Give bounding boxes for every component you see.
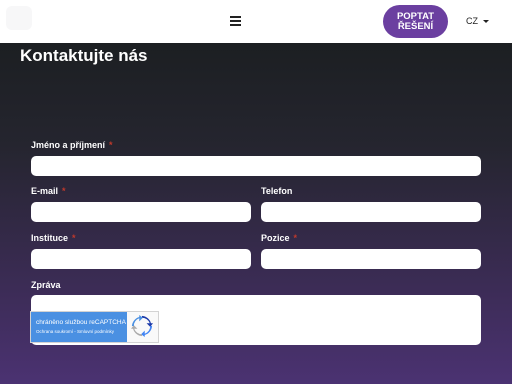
email-label-text: E-mail — [31, 186, 59, 196]
phone-input[interactable] — [261, 202, 481, 222]
request-solution-button[interactable]: POPTAT ŘEŠENÍ — [383, 5, 448, 38]
name-label-text: Jméno a příjmení — [31, 140, 106, 150]
menu-hamburger-icon[interactable] — [229, 15, 242, 28]
logo[interactable] — [6, 6, 32, 30]
recaptcha-logo-icon — [131, 315, 153, 337]
phone-label-text: Telefon — [261, 186, 293, 196]
required-asterisk: * — [72, 233, 76, 243]
required-asterisk: * — [293, 233, 298, 243]
required-asterisk: * — [62, 186, 66, 196]
position-label: Pozice * — [261, 233, 297, 243]
position-label-text: Pozice — [261, 233, 290, 243]
recaptcha-info-panel: chráněno službou reCAPTCHA Ochrana soukr… — [31, 312, 127, 342]
name-input[interactable] — [31, 156, 481, 176]
institution-label: Instituce * — [31, 233, 76, 243]
name-label: Jméno a příjmení * — [31, 140, 113, 150]
email-label: E-mail * — [31, 186, 66, 196]
message-label-text: Zpráva — [31, 280, 61, 290]
position-input[interactable] — [261, 249, 481, 269]
recaptcha-links[interactable]: Ochrana soukromí - Smluvní podmínky — [36, 329, 114, 334]
required-asterisk: * — [109, 140, 113, 150]
institution-label-text: Instituce — [31, 233, 69, 243]
email-input[interactable] — [31, 202, 251, 222]
institution-input[interactable] — [31, 249, 251, 269]
phone-label: Telefon — [261, 186, 292, 196]
language-selector[interactable]: CZ — [466, 16, 489, 26]
message-label: Zpráva — [31, 280, 61, 290]
page-title: Kontaktujte nás — [20, 46, 148, 65]
recaptcha-text: chráněno službou reCAPTCHA — [36, 319, 126, 326]
recaptcha-badge[interactable]: chráněno službou reCAPTCHA Ochrana soukr… — [30, 311, 159, 343]
language-label: CZ — [466, 16, 478, 26]
caret-down-icon — [483, 20, 489, 24]
top-navigation-bar: POPTAT ŘEŠENÍ CZ — [0, 0, 512, 43]
